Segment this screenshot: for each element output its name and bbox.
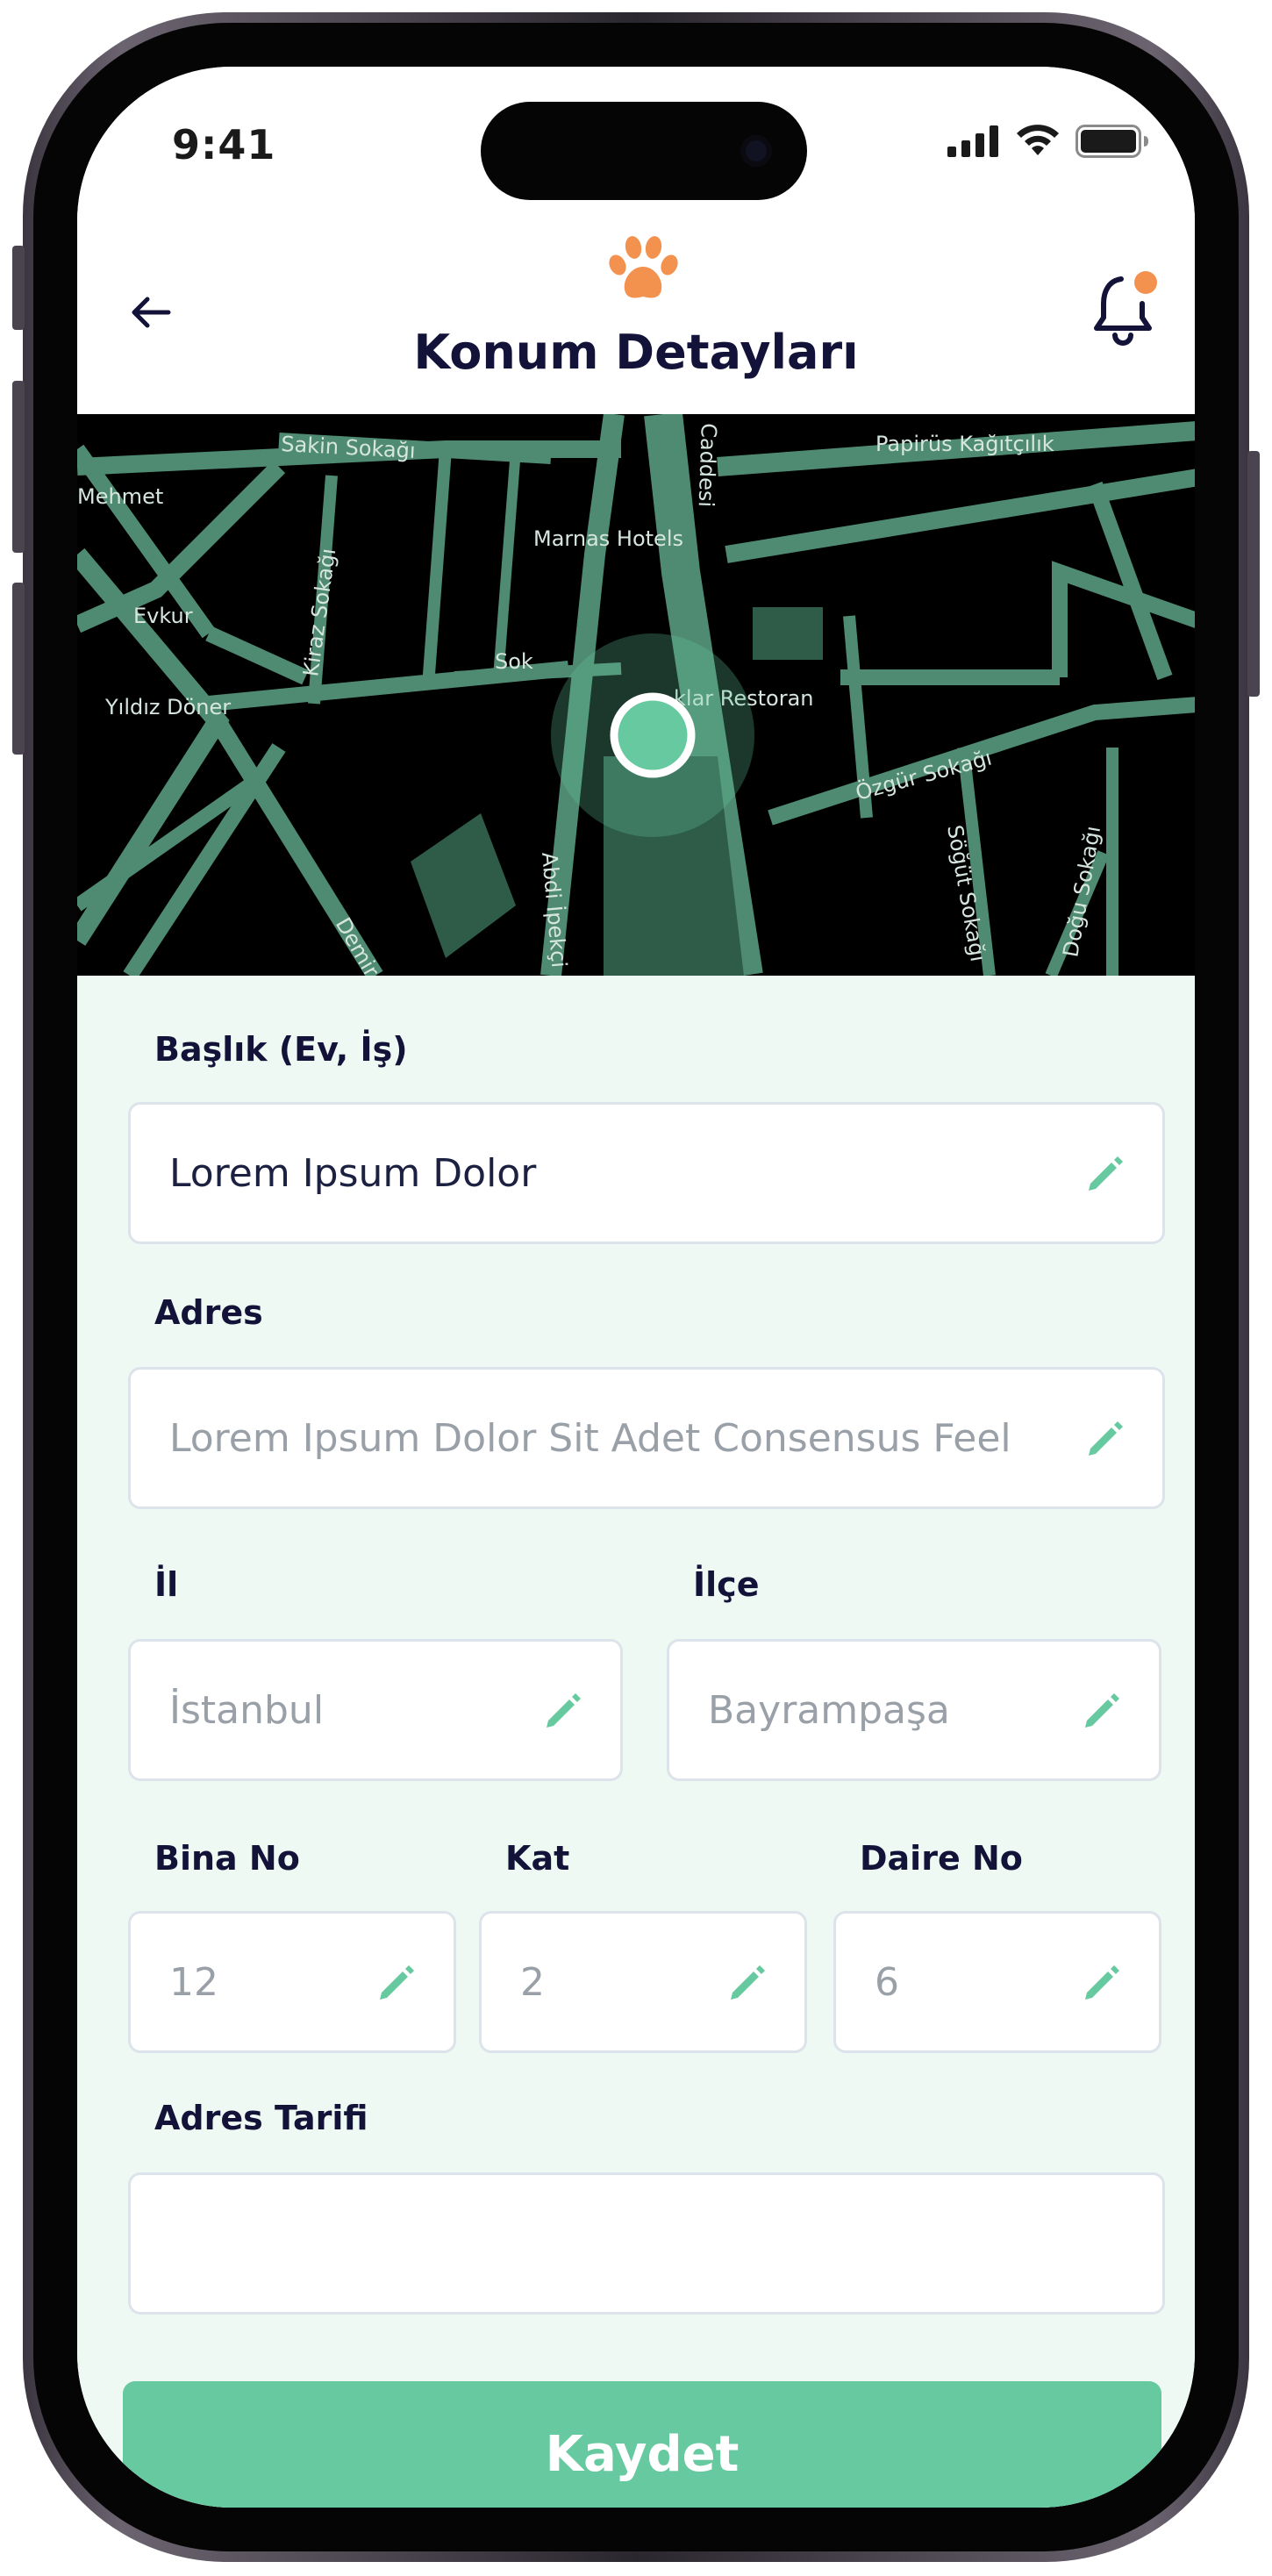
pencil-icon[interactable] [1085,1154,1126,1194]
screen: 9:41 Konum Detayları Sakin Sokağı Mehmet… [77,67,1195,2508]
status-bar: 9:41 [77,67,1195,233]
notifications-button[interactable] [1091,268,1161,349]
map-label: Kiraz Sokağı [298,547,340,678]
title-input[interactable]: Lorem Ipsum Dolor [169,1105,536,1241]
map-canvas: Sakin Sokağı Mehmet Papirüs Kağıtçılık M… [77,414,1195,976]
location-pin-icon[interactable] [610,692,696,778]
phone-frame: 9:41 Konum Detayları Sakin Sokağı Mehmet… [12,12,1260,2562]
pencil-icon[interactable] [1082,1691,1122,1731]
district-field[interactable]: Bayrampaşa [667,1639,1161,1781]
front-camera [740,135,772,167]
floor-field[interactable]: 2 [479,1911,807,2053]
directions-label: Adres Tarifi [154,2099,368,2137]
apartment-label: Daire No [860,1839,1023,1878]
floor-label: Kat [505,1839,570,1878]
volume-down-button [12,583,25,755]
wifi-icon [1017,125,1059,155]
map-label: Sok [495,649,533,674]
pencil-icon[interactable] [727,1963,768,2003]
pencil-icon[interactable] [1085,1419,1126,1459]
map-label: Demir [331,913,384,976]
paw-icon [609,236,678,298]
pencil-icon[interactable] [376,1963,417,2003]
page-title: Konum Detayları [413,325,859,380]
pencil-icon[interactable] [1082,1963,1122,2003]
save-button[interactable]: Kaydet [123,2381,1161,2508]
map-label: Yıldız Döner [104,695,231,719]
location-map[interactable]: Sakin Sokağı Mehmet Papirüs Kağıtçılık M… [77,414,1195,976]
apartment-input[interactable]: 6 [875,1914,899,2050]
device-bezel: 9:41 Konum Detayları Sakin Sokağı Mehmet… [33,23,1239,2551]
title-label: Başlık (Ev, İş) [154,1030,408,1069]
bell-icon [1094,271,1157,346]
building-label: Bina No [154,1839,300,1878]
building-field[interactable]: 12 [128,1911,456,2053]
apartment-field[interactable]: 6 [833,1911,1161,2053]
map-label: Marnas Hotels [533,526,683,551]
status-icons [947,119,1149,163]
address-input[interactable]: Lorem Ipsum Dolor Sit Adet Consensus Fee… [169,1370,1011,1506]
address-label: Adres [154,1293,263,1332]
address-field[interactable]: Lorem Ipsum Dolor Sit Adet Consensus Fee… [128,1367,1165,1509]
action-button [12,246,25,330]
city-input[interactable]: İstanbul [169,1642,324,1778]
map-label: Caddesi [694,423,721,508]
cellular-signal-icon [947,125,998,157]
pencil-icon[interactable] [543,1691,583,1731]
map-label: Doğu Sokağı [1058,824,1105,959]
district-input[interactable]: Bayrampaşa [708,1642,950,1778]
title-field[interactable]: Lorem Ipsum Dolor [128,1102,1165,1244]
map-label: Mehmet [77,484,163,509]
battery-icon [1075,125,1148,158]
address-form: Başlık (Ev, İş) Lorem Ipsum Dolor Adres … [77,976,1195,2508]
volume-up-button [12,381,25,553]
district-label: İlçe [693,1565,760,1604]
directions-field[interactable] [128,2172,1165,2315]
building-input[interactable]: 12 [169,1914,218,2050]
city-label: İl [154,1565,179,1604]
app-header: Konum Detayları [77,233,1195,414]
status-time: 9:41 [172,121,276,168]
map-label: Papirüs Kağıtçılık [875,432,1054,456]
power-button [1247,451,1260,697]
map-label: Evkur [133,604,193,628]
dynamic-island [481,102,807,200]
city-field[interactable]: İstanbul [128,1639,623,1781]
floor-input[interactable]: 2 [520,1914,545,2050]
